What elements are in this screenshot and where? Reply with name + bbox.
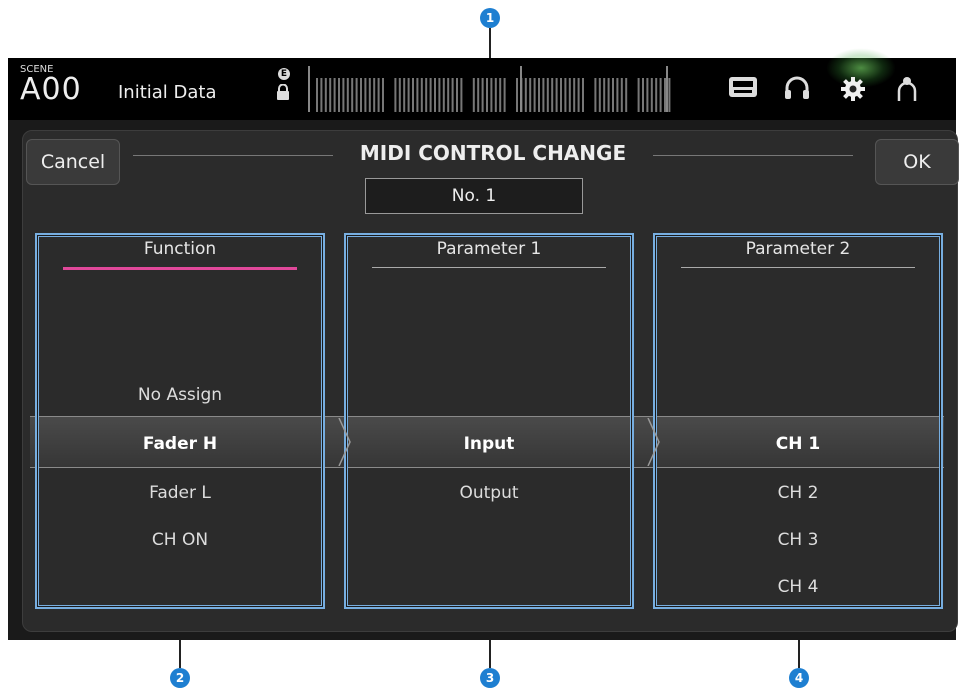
title-rule-right: [653, 155, 853, 156]
gear-icon[interactable]: [840, 76, 866, 106]
title-rule-left: [133, 155, 333, 156]
dialog-title: MIDI CONTROL CHANGE: [359, 141, 627, 165]
callout-4: 4: [789, 668, 809, 688]
parameter-2-item-ch-2[interactable]: CH 2: [655, 483, 941, 503]
function-item-ch-on[interactable]: CH ON: [37, 530, 323, 550]
status-bar: SCENE A00 Initial Data E: [8, 48, 956, 120]
callout-1: 1: [480, 8, 500, 28]
function-column[interactable]: Function No Assign Fader H Fader L CH ON: [35, 233, 325, 609]
callout-3: 3: [480, 668, 500, 688]
function-header: Function: [143, 239, 217, 259]
edit-indicator: E: [278, 68, 290, 80]
user-icon[interactable]: [896, 76, 918, 106]
ok-button[interactable]: OK: [875, 139, 959, 185]
parameter-1-column[interactable]: Parameter 1 Input Output: [344, 233, 634, 609]
parameter-1-header-underline: [372, 267, 606, 268]
parameter-2-item-ch-1[interactable]: CH 1: [655, 434, 941, 454]
level-meters: [308, 66, 671, 112]
control-number-box[interactable]: No. 1: [365, 178, 583, 214]
parameter-2-item-ch-4[interactable]: CH 4: [655, 577, 941, 597]
function-item-no-assign[interactable]: No Assign: [37, 385, 323, 405]
parameter-2-header-underline: [681, 267, 915, 268]
chevron-right-icon: [338, 418, 351, 466]
function-item-fader-h[interactable]: Fader H: [37, 434, 323, 454]
parameter-2-column[interactable]: Parameter 2 CH 1 CH 2 CH 3 CH 4: [653, 233, 943, 609]
parameter-1-item-output[interactable]: Output: [346, 483, 632, 503]
headphones-icon[interactable]: [784, 76, 810, 104]
cancel-button[interactable]: Cancel: [26, 139, 120, 185]
function-item-fader-l[interactable]: Fader L: [37, 483, 323, 503]
scene-number[interactable]: A00: [20, 72, 82, 107]
function-header-underline: [63, 267, 297, 270]
mixer-screen: SCENE A00 Initial Data E Cancel MIDI CON…: [8, 48, 959, 640]
callout-2: 2: [170, 668, 190, 688]
lock-icon: [276, 83, 290, 104]
parameter-2-header: Parameter 2: [745, 239, 851, 259]
recorder-icon[interactable]: [728, 76, 758, 102]
scene-title[interactable]: Initial Data: [118, 82, 217, 103]
chevron-right-icon: [647, 418, 660, 466]
parameter-1-item-input[interactable]: Input: [346, 434, 632, 454]
parameter-1-header: Parameter 1: [436, 239, 542, 259]
parameter-2-item-ch-3[interactable]: CH 3: [655, 530, 941, 550]
